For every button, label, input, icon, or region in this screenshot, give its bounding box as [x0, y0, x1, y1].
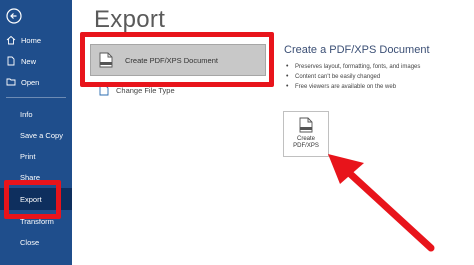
annotation-arrow — [328, 154, 435, 252]
